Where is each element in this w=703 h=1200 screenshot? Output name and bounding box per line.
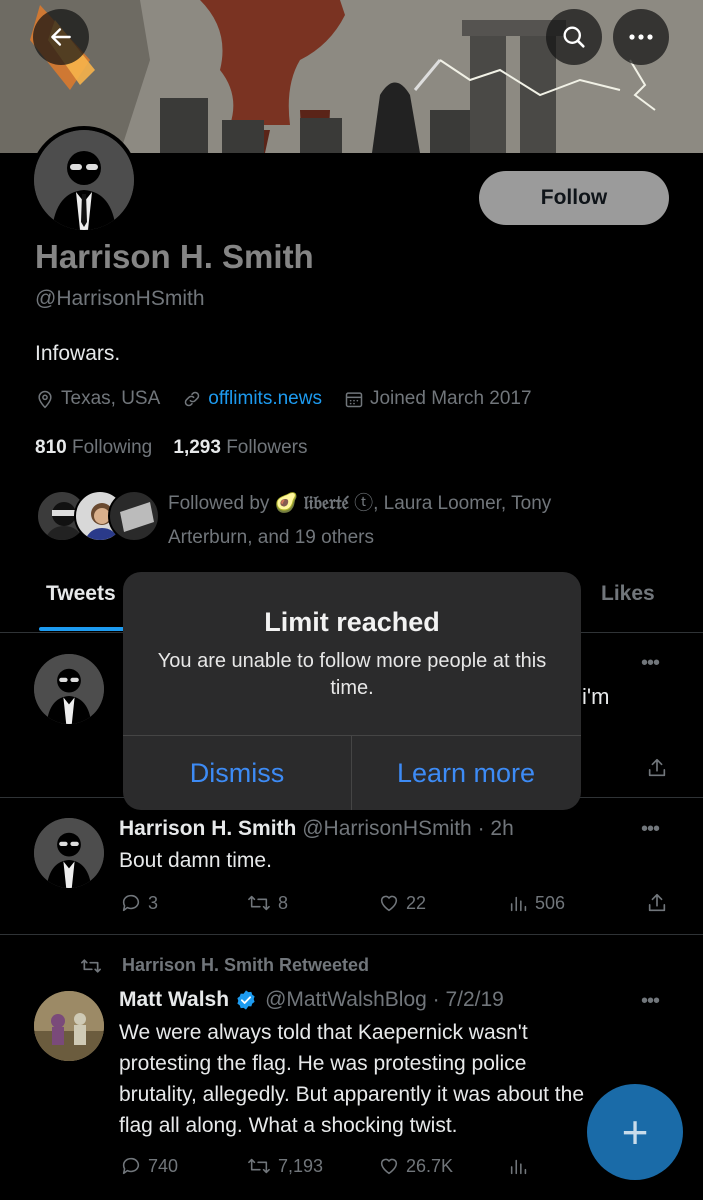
dialog-message: You are unable to follow more people at … (157, 650, 547, 699)
location-text: Texas, USA (61, 388, 161, 409)
avatar-silhouette-icon (34, 130, 134, 230)
followers-link[interactable]: 1,293 Followers (173, 437, 307, 458)
retweet-icon (248, 895, 270, 911)
tweet-avatar[interactable] (34, 991, 104, 1061)
following-count: 810 (35, 437, 67, 458)
views-button[interactable] (508, 1155, 535, 1177)
heart-icon (380, 895, 398, 912)
analytics-icon (510, 896, 527, 912)
followed-by-liberte[interactable]: 𝔩𝔦𝔟𝔢𝔯𝔱𝔢́ (304, 492, 349, 514)
like-count: 22 (406, 892, 427, 913)
tab-tweets[interactable]: Tweets (46, 582, 116, 606)
reply-count: 740 (148, 1155, 179, 1176)
back-button[interactable] (33, 9, 89, 65)
tweet-more-button[interactable]: ••• (641, 990, 660, 1013)
retweet-count: 8 (278, 892, 289, 913)
like-count: 26.7K (406, 1155, 454, 1176)
tweet-avatar[interactable] (34, 818, 104, 888)
following-link[interactable]: 810 Following (35, 437, 152, 458)
calendar-icon (345, 392, 363, 408)
tweet-header: Matt Walsh @MattWalshBlog · 7/2/19 (119, 988, 504, 1012)
verified-badge-icon (237, 990, 255, 1010)
more-horizontal-icon (629, 34, 653, 40)
learn-more-button[interactable]: Learn more (352, 736, 580, 810)
tweet-author-name[interactable]: Harrison H. Smith (119, 817, 296, 840)
avatar (108, 490, 160, 542)
retweet-icon (81, 958, 101, 973)
like-button[interactable]: 26.7K (377, 1155, 453, 1177)
reply-button[interactable]: 3 (119, 892, 158, 914)
retweet-button[interactable]: 7,193 (245, 1155, 323, 1177)
followed-by-rest: , Laura Loomer, Tony (373, 493, 552, 514)
heart-icon (380, 1158, 398, 1175)
tweet-text: We were always told that Kaepernick wasn… (119, 1021, 584, 1137)
follow-stats: 810 Following 1,293 Followers (35, 437, 308, 459)
followed-by-text: Followed by 🥑 𝔩𝔦𝔟𝔢𝔯𝔱𝔢́ ⓣ, Laura Loomer, … (168, 486, 668, 555)
retweeted-by: Harrison H. Smith Retweeted (78, 955, 369, 976)
following-label: Following (71, 437, 153, 458)
tweet-header: Harrison H. Smith @HarrisonHSmith · 2h (119, 817, 514, 841)
profile-handle: @HarrisonHSmith (35, 287, 205, 310)
compose-tweet-button[interactable]: + (587, 1084, 683, 1180)
followed-by-avatars[interactable] (36, 490, 160, 542)
active-tab-indicator (39, 627, 125, 631)
location-pin-icon (38, 390, 52, 409)
reply-icon (122, 894, 140, 912)
tweet-text-fragment: i'm (582, 684, 610, 709)
location: Texas, USA (35, 388, 160, 410)
retweet-count: 7,193 (278, 1155, 324, 1176)
profile-bio: Infowars. (35, 342, 121, 365)
reply-icon (122, 1157, 140, 1175)
followed-by-prefix: Followed by 🥑 (168, 493, 299, 514)
tweet-handle-time: @MattWalshBlog · 7/2/19 (265, 988, 504, 1011)
website-link[interactable]: offlimits.news (182, 388, 322, 410)
arrow-left-icon (51, 28, 71, 46)
tab-likes[interactable]: Likes (601, 582, 655, 606)
share-icon (648, 758, 666, 777)
tweet-author-name[interactable]: Matt Walsh (119, 988, 229, 1012)
views-button[interactable]: 506 (508, 892, 565, 914)
profile-name: Harrison H. Smith (35, 238, 314, 275)
retweeted-by-text[interactable]: Harrison H. Smith Retweeted (122, 955, 369, 976)
analytics-icon (510, 1159, 527, 1175)
joined-text: Joined March 2017 (369, 388, 532, 409)
search-icon (563, 26, 585, 48)
profile-meta: Texas, USA offlimits.news Joined March 2… (35, 388, 554, 410)
website-text[interactable]: offlimits.news (208, 388, 322, 410)
search-button[interactable] (546, 9, 602, 65)
limit-reached-dialog: Limit reached You are unable to follow m… (123, 572, 581, 810)
plus-icon: + (621, 1106, 649, 1158)
reply-count: 3 (148, 892, 159, 913)
dismiss-button[interactable]: Dismiss (123, 736, 351, 810)
more-options-button[interactable] (613, 9, 669, 65)
dialog-title: Limit reached (264, 607, 440, 637)
retweet-button[interactable]: 8 (245, 892, 288, 914)
retweet-icon (248, 1158, 270, 1174)
share-button[interactable] (646, 892, 673, 914)
tweet-text: Bout damn time. (119, 849, 272, 872)
tweet-handle-time: @HarrisonHSmith · 2h (302, 817, 514, 840)
tweet-more-button[interactable]: ••• (641, 652, 660, 675)
profile-avatar[interactable] (30, 126, 138, 234)
follow-button[interactable]: Follow (479, 171, 669, 225)
share-button[interactable] (646, 757, 673, 779)
tweet-avatar[interactable] (34, 654, 104, 724)
link-icon (185, 391, 200, 407)
reply-button[interactable]: 740 (119, 1155, 178, 1177)
tweet-divider (0, 934, 703, 935)
followers-count: 1,293 (173, 437, 221, 458)
share-icon (648, 893, 666, 912)
like-button[interactable]: 22 (377, 892, 426, 914)
tweet-more-button[interactable]: ••• (641, 818, 660, 841)
followed-by-line2: Arterburn, and 19 others (168, 527, 374, 548)
views-count: 506 (535, 892, 566, 913)
followed-by-badge: ⓣ (354, 493, 374, 514)
joined-date: Joined March 2017 (344, 388, 532, 410)
followers-label: Followers (226, 437, 308, 458)
